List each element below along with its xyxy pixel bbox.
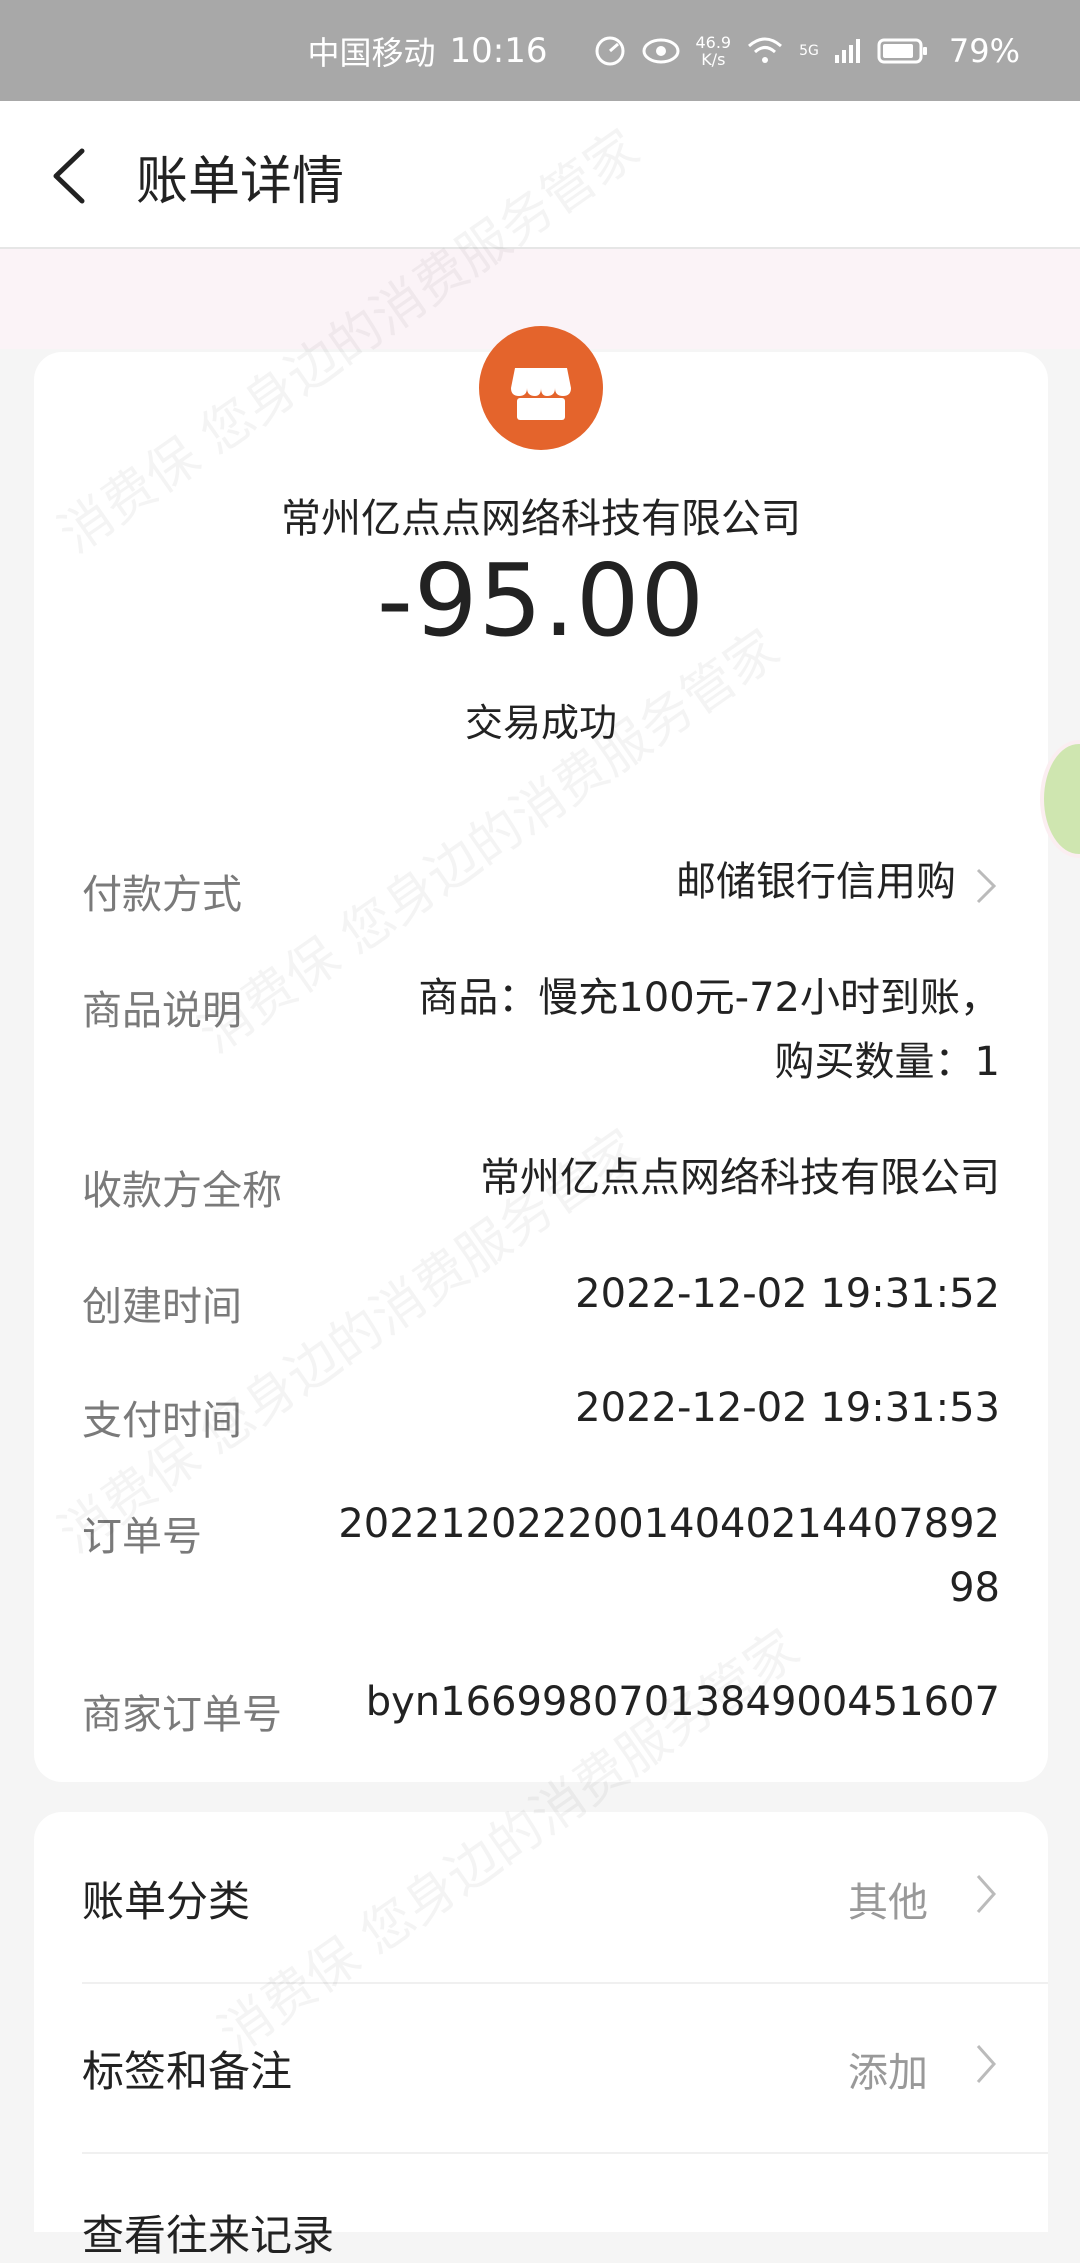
eye-icon [642,38,680,63]
battery-icon [877,38,927,63]
product-value-line1: 商品：慢充100元-72小时到账， [418,975,1000,1021]
merchant-name: 常州亿点点网络科技有限公司 [281,496,801,542]
net-speed-unit: K/s [701,49,726,69]
signal-icon [834,38,860,63]
tags-notes-label[interactable]: 标签和备注 [82,2038,292,2099]
shop-icon [511,368,571,420]
tags-notes-value[interactable]: 添加 [848,2040,928,2098]
payment-method-label: 付款方式 [82,872,242,918]
network-type-label: 5G [799,42,819,59]
divider [82,1982,1048,1984]
bill-category-value[interactable]: 其他 [848,1870,928,1928]
payment-method-value[interactable]: 邮储银行信用购 [676,850,956,914]
created-time-value: 2022-12-02 19:31:52 [575,1271,1000,1317]
clock: 10:16 [449,30,548,71]
chevron-right-icon[interactable] [972,866,1000,906]
view-history-label[interactable]: 查看往来记录 [82,2202,334,2263]
order-number-label: 订单号 [82,1514,202,1560]
paid-time-label: 支付时间 [82,1398,242,1444]
speedometer-icon [595,36,625,65]
payee-value: 常州亿点点网络科技有限公司 [480,1155,1000,1201]
divider [82,2152,1048,2154]
merchant-order-label: 商家订单号 [82,1692,282,1738]
bill-detail-card: 常州亿点点网络科技有限公司 -95.00 交易成功 付款方式 邮储银行信用购 商… [34,326,1048,1782]
carrier-label: 中国移动 [307,33,436,72]
order-number-line2: 98 [949,1565,1000,1611]
product-value-line2: 购买数量：1 [774,1039,1000,1085]
net-speed-value: 46.9 [695,32,732,52]
wifi-icon [748,37,783,63]
status-icons: 46.9 K/s 5G 79% [593,32,1020,70]
payee-label: 收款方全称 [82,1168,282,1214]
bill-category-card: 账单分类 其他 标签和备注 添加 查看往来记录 [34,1812,1048,2260]
merchant-order-value: byn16699807013849004516​07 [365,1679,1000,1725]
product-label: 商品说明 [82,988,242,1034]
transaction-amount: -95.00 [376,542,706,659]
status-bar: 中国移动 10:16 46.9 K/s 5G 79% [0,0,1080,101]
nav-bar: 账单详情 [0,101,1080,249]
back-arrow-icon[interactable] [42,141,102,211]
battery-percent: 79% [948,31,1020,70]
transaction-status: 交易成功 [464,701,617,745]
chevron-right-icon[interactable] [972,2042,1000,2086]
order-number-line1: 20221202220014040214407892 [338,1501,1000,1547]
product-value: 商品：慢充100元-72小时到账， 购买数量：1 [418,966,1000,1094]
created-time-label: 创建时间 [82,1284,242,1330]
net-speed: 46.9 K/s [695,34,731,68]
order-number-value: 20221202220014040214407892 98 [338,1492,1000,1620]
chevron-right-icon[interactable] [972,1872,1000,1916]
paid-time-value: 2022-12-02 19:31:53 [575,1385,1000,1431]
merchant-avatar [479,326,603,450]
bill-category-label[interactable]: 账单分类 [82,1868,250,1929]
page-title: 账单详情 [136,152,345,212]
